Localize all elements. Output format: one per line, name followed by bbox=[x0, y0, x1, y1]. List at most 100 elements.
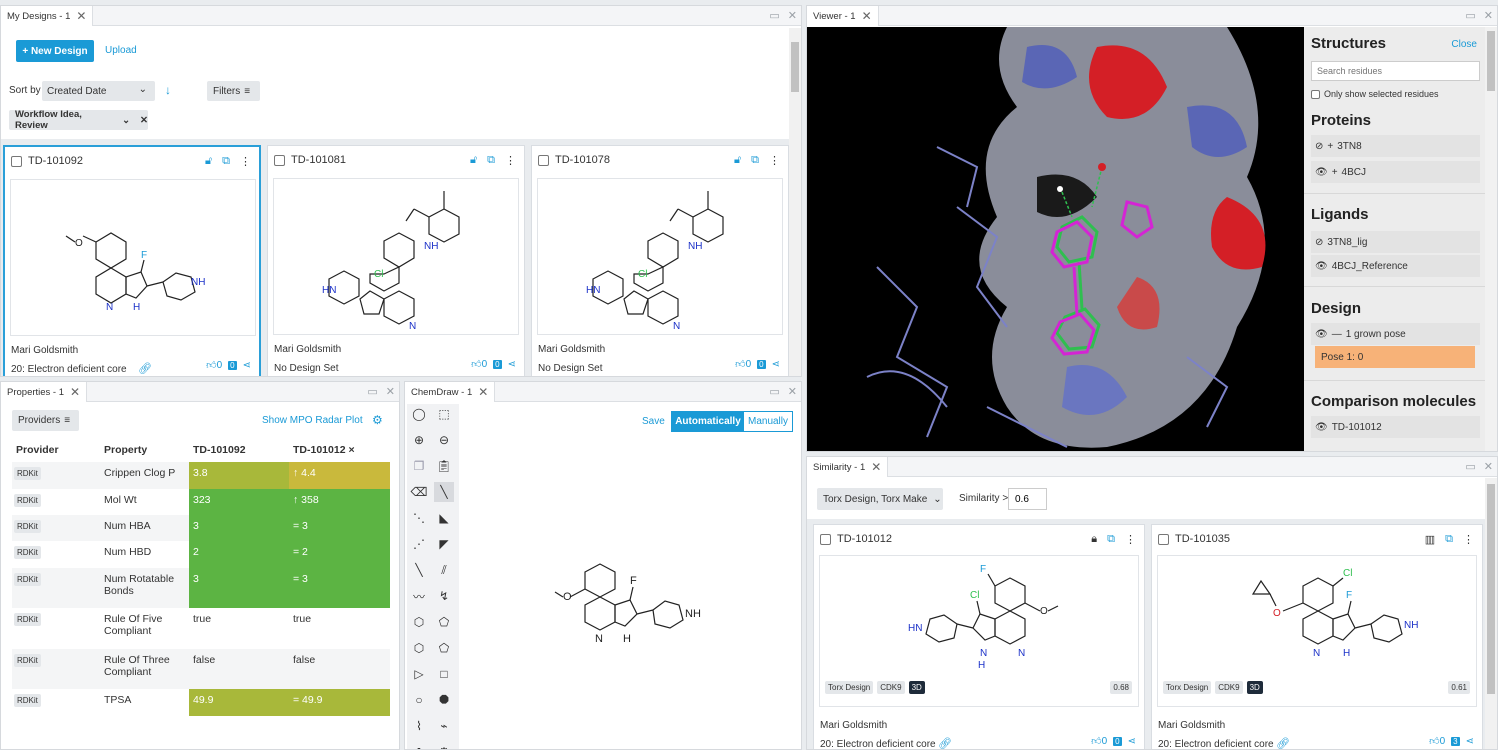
comments-badge[interactable]: 3 bbox=[1451, 736, 1460, 746]
show-mpo-radar-link[interactable]: Show MPO Radar Plot bbox=[262, 415, 363, 426]
hexagon-icon[interactable]: ⬡ bbox=[409, 638, 429, 658]
more-icon[interactable]: ⋮ bbox=[769, 154, 780, 167]
arrow-icon[interactable]: ↯ bbox=[434, 586, 454, 606]
more-icon[interactable]: ⋮ bbox=[505, 154, 516, 167]
share-icon[interactable]: ⋖ bbox=[772, 359, 780, 370]
scrollbar[interactable] bbox=[1485, 478, 1497, 749]
similarity-input[interactable] bbox=[1008, 488, 1047, 510]
close-icon[interactable]: ✕ bbox=[386, 385, 395, 398]
paste-icon[interactable]: 📋︎ bbox=[434, 456, 454, 476]
triple-bond-icon[interactable]: ⫽ bbox=[434, 560, 454, 580]
copy-icon[interactable]: ⧉ bbox=[222, 155, 230, 168]
pose-item[interactable]: Pose 1: 0 bbox=[1315, 346, 1475, 368]
card-checkbox[interactable] bbox=[1158, 533, 1169, 545]
filters-button[interactable]: Filters ≡ bbox=[207, 81, 260, 101]
comments-badge[interactable]: 0 bbox=[1113, 736, 1122, 746]
select-icon[interactable]: ⬚ bbox=[434, 404, 454, 424]
search-residues-input[interactable] bbox=[1311, 61, 1480, 81]
tab-my-designs[interactable]: My Designs - 1 ✕ bbox=[1, 6, 94, 26]
protein-item[interactable]: 👁︎ +4BCJ bbox=[1311, 161, 1480, 183]
close-icon[interactable]: ✕ bbox=[871, 460, 881, 474]
gear-icon[interactable]: ⚙ bbox=[372, 413, 383, 427]
close-icon[interactable]: ✕ bbox=[478, 385, 488, 399]
bold-bond-icon[interactable]: ◤ bbox=[434, 534, 454, 554]
scrollbar-thumb[interactable] bbox=[1487, 484, 1495, 694]
pentagon-icon[interactable]: ⬠ bbox=[434, 612, 454, 632]
comparison-item[interactable]: 👁︎ TD-101012 bbox=[1311, 416, 1480, 438]
close-icon[interactable]: ✕ bbox=[1484, 9, 1493, 22]
share-icon[interactable]: ⋖ bbox=[243, 360, 251, 371]
share-icon[interactable]: ⋖ bbox=[1466, 736, 1474, 747]
copy-icon[interactable]: ⧉ bbox=[751, 154, 759, 167]
lock-icon[interactable]: 🔓︎ bbox=[470, 154, 477, 167]
eye-icon[interactable]: 👁︎ bbox=[1315, 329, 1328, 340]
cyclohexane-chair-icon[interactable]: ⌇ bbox=[409, 716, 429, 736]
design-card[interactable]: TD-101092 🔓︎ ⧉ ⋮ O F N H NH Mari Goldsmith… bbox=[3, 145, 261, 376]
like-icon[interactable]: 👍︎0 bbox=[471, 358, 487, 370]
like-icon[interactable]: 👍︎0 bbox=[1091, 735, 1107, 747]
scrollbar-thumb[interactable] bbox=[1487, 31, 1495, 91]
triangle-icon[interactable]: ▷ bbox=[409, 664, 429, 684]
dashed-bond-icon[interactable]: ⋰ bbox=[409, 534, 429, 554]
template-icon[interactable]: ⚙ bbox=[434, 742, 454, 749]
comments-badge[interactable]: 0 bbox=[757, 359, 766, 369]
close-icon[interactable]: ✕ bbox=[76, 9, 86, 23]
3d-viewport[interactable] bbox=[807, 27, 1304, 451]
tab-chemdraw[interactable]: ChemDraw - 1 ✕ bbox=[405, 382, 496, 402]
more-icon[interactable]: ⋮ bbox=[240, 155, 251, 168]
more-icon[interactable]: ⋮ bbox=[1125, 533, 1136, 546]
providers-button[interactable]: Providers ≡ bbox=[12, 410, 79, 431]
eye-icon[interactable]: 👁︎ bbox=[1315, 422, 1328, 433]
eraser-icon[interactable]: ⌫ bbox=[409, 482, 429, 502]
close-icon[interactable]: ✕ bbox=[788, 385, 797, 398]
new-design-button[interactable]: + New Design bbox=[16, 40, 94, 62]
automatically-button[interactable]: Automatically bbox=[672, 412, 744, 431]
design-card[interactable]: TD-101078 🔓︎ ⧉ ⋮ NH Cl HN N Mari Goldsmith… bbox=[531, 145, 789, 376]
more-icon[interactable]: ⋮ bbox=[1463, 533, 1474, 546]
close-icon[interactable]: ✕ bbox=[1484, 460, 1493, 473]
factory-icon[interactable]: ▥ bbox=[1425, 533, 1435, 546]
similarity-card[interactable]: TD-101012 🔒︎ ⧉ ⋮ F O Cl HN N H N Torx De… bbox=[813, 524, 1145, 749]
hashed-bond-icon[interactable]: ⋱ bbox=[409, 508, 429, 528]
square-icon[interactable]: □ bbox=[434, 664, 454, 684]
close-icon[interactable]: ✕ bbox=[70, 385, 80, 399]
link-icon[interactable]: 🔗︎ bbox=[1276, 737, 1290, 749]
eye-off-icon[interactable]: ⊘ bbox=[1315, 141, 1323, 152]
eye-off-icon[interactable]: ⊘ bbox=[1315, 237, 1323, 248]
card-checkbox[interactable] bbox=[820, 533, 831, 545]
ligand-item[interactable]: 👁︎ 4BCJ_Reference bbox=[1311, 255, 1480, 277]
tab-viewer[interactable]: Viewer - 1 ✕ bbox=[807, 6, 879, 26]
benzene-icon[interactable]: ⬡ bbox=[409, 612, 429, 632]
scrollbar[interactable] bbox=[1485, 27, 1497, 451]
zoom-out-icon[interactable]: ⊖ bbox=[434, 430, 454, 450]
col-td-101012[interactable]: TD-101012 × bbox=[289, 438, 390, 462]
text-icon[interactable]: A bbox=[409, 742, 429, 750]
maximize-icon[interactable]: ▭ bbox=[769, 9, 779, 22]
scrollbar-thumb[interactable] bbox=[791, 42, 799, 92]
copy-icon[interactable]: ⧉ bbox=[487, 154, 495, 167]
comments-badge[interactable]: 0 bbox=[228, 360, 237, 370]
copy-icon[interactable]: ❐ bbox=[409, 456, 429, 476]
octagon-icon[interactable]: ⯃ bbox=[434, 690, 454, 710]
like-icon[interactable]: 👍︎0 bbox=[735, 358, 751, 370]
wedge-bond-icon[interactable]: ◣ bbox=[434, 508, 454, 528]
design-card[interactable]: TD-101081 🔓︎ ⧉ ⋮ NH Cl HN N Mari Goldsmith… bbox=[267, 145, 525, 376]
double-bond-icon[interactable]: ╲ bbox=[409, 560, 429, 580]
copy-icon[interactable]: ⧉ bbox=[1107, 533, 1115, 546]
design-item[interactable]: 👁︎ —1 grown pose bbox=[1311, 323, 1480, 345]
similarity-card[interactable]: TD-101035 ▥ ⧉ ⋮ Cl O F N H NH Torx Desig… bbox=[1151, 524, 1483, 749]
scrollbar[interactable] bbox=[789, 28, 801, 376]
similarity-filter-select[interactable]: Torx Design, Torx Make ⌄ bbox=[817, 488, 943, 510]
maximize-icon[interactable]: ▭ bbox=[769, 385, 779, 398]
manually-button[interactable]: Manually bbox=[744, 412, 792, 431]
lock-icon[interactable]: 🔓︎ bbox=[734, 154, 741, 167]
chain-icon[interactable]: 〰 bbox=[409, 586, 429, 606]
cyclohexane-boat-icon[interactable]: ⌁ bbox=[434, 716, 454, 736]
tab-similarity[interactable]: Similarity - 1 ✕ bbox=[807, 457, 889, 477]
tab-properties[interactable]: Properties - 1 ✕ bbox=[1, 382, 88, 402]
share-icon[interactable]: ⋖ bbox=[1128, 736, 1136, 747]
sort-direction-icon[interactable]: ↓ bbox=[165, 83, 171, 97]
close-icon[interactable]: ✕ bbox=[862, 9, 872, 23]
maximize-icon[interactable]: ▭ bbox=[367, 385, 377, 398]
circle-icon[interactable]: ○ bbox=[409, 690, 429, 710]
